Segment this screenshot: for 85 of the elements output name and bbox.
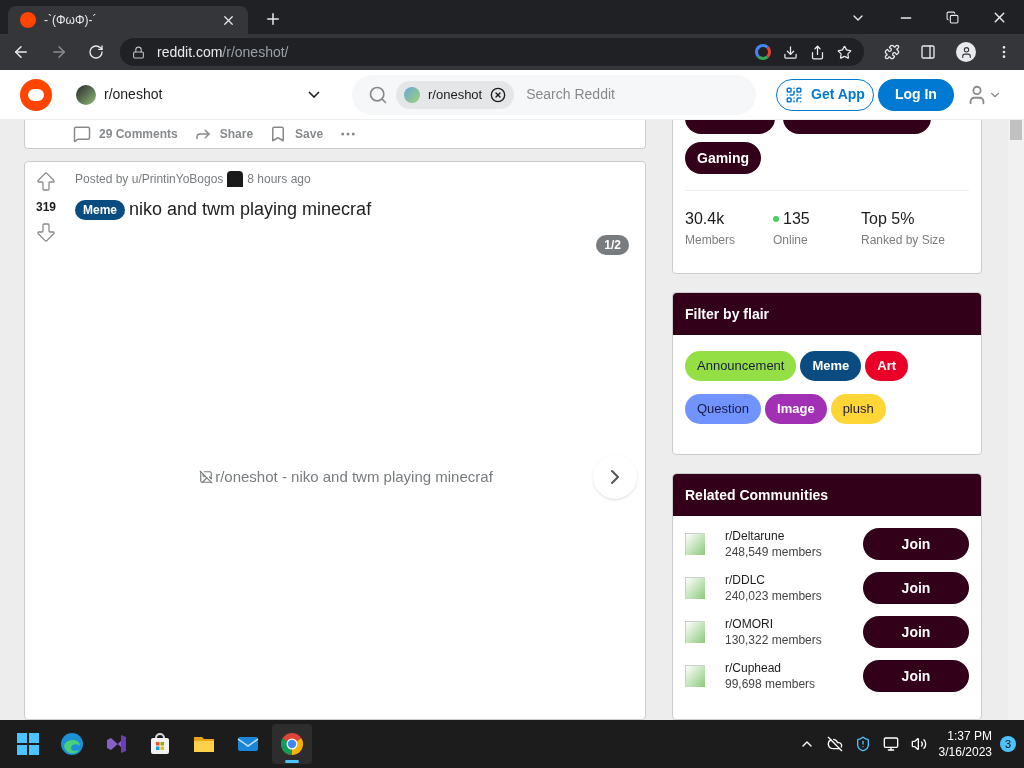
save-button[interactable]: Save (269, 124, 324, 143)
community-avatar (76, 84, 96, 105)
reload-icon[interactable] (88, 44, 104, 60)
flair-tag[interactable]: Meme (75, 199, 125, 220)
star-icon[interactable] (837, 44, 852, 60)
puzzle-icon[interactable] (884, 44, 900, 60)
url-text: reddit.com/r/oneshot/ (157, 42, 289, 62)
clear-icon (490, 86, 507, 103)
search-icon (368, 84, 388, 105)
wave-circle-icon (60, 732, 84, 756)
join-button[interactable]: Join (863, 572, 969, 604)
chevron-icon (308, 91, 320, 98)
vote-count: 319 (36, 199, 56, 216)
member-count: 248,549 members (725, 544, 823, 560)
shopping-bag-icon (148, 732, 172, 756)
forward-icon[interactable] (50, 43, 68, 61)
share-icon[interactable] (810, 44, 825, 60)
upvote-icon[interactable] (34, 170, 58, 194)
broken-image-icon (199, 470, 214, 484)
card-title: Related Communities (685, 485, 829, 505)
flair-tag[interactable]: plush (830, 394, 886, 424)
side-panel-icon[interactable] (920, 44, 936, 60)
ring-icon (280, 732, 304, 756)
lock-icon (132, 45, 145, 59)
stat-value: 135 (773, 207, 861, 231)
broken-image-icon (685, 577, 705, 599)
card-title: Filter by flair (685, 304, 770, 324)
broken-image-icon (685, 665, 705, 687)
stat-label: Members (685, 232, 736, 249)
image-alt-text: r/oneshot - niko and twm playing minecraf (199, 465, 493, 489)
join-button[interactable]: Join (863, 616, 969, 648)
qr-code-icon (785, 85, 803, 104)
post-title[interactable]: niko and twm playing minecraf (129, 196, 372, 223)
flair-tag[interactable]: Announcement (685, 351, 797, 381)
search-input[interactable]: Search Reddit (526, 84, 740, 105)
login-button[interactable]: Log In (877, 78, 954, 111)
community-name[interactable]: r/Deltarune (725, 528, 863, 544)
post-author[interactable]: Posted by u/PrintinYoBogos (75, 170, 224, 188)
speech-bubble-icon (73, 124, 91, 143)
stat-value: 30.4k (685, 209, 726, 229)
community-name[interactable]: r/DDLC (725, 572, 863, 588)
flair-tag[interactable]: Image (765, 394, 827, 424)
clock-time: 1:37 PM (947, 728, 992, 744)
next-button[interactable] (593, 455, 637, 499)
post-time: 8 hours ago (247, 171, 311, 188)
join-button[interactable]: Join (863, 660, 969, 692)
join-button[interactable]: Join (863, 528, 969, 560)
profile-icon[interactable] (956, 42, 976, 62)
broken-image-icon (685, 533, 705, 555)
flair-tag[interactable]: Art (865, 351, 909, 381)
comments-button[interactable]: 29 Comments (73, 124, 178, 143)
new-tab-icon[interactable] (264, 10, 282, 28)
back-icon[interactable] (12, 43, 30, 61)
four-squares-icon (17, 733, 39, 755)
browser-tab[interactable]: -`(ΦωΦ)-´ (8, 6, 248, 34)
community-avatar (404, 86, 420, 103)
ribbon-icon (104, 732, 128, 756)
notification-badge[interactable]: 3 (1000, 736, 1016, 752)
broken-image-icon (685, 621, 705, 643)
member-count: 240,023 members (725, 588, 823, 604)
downvote-icon[interactable] (34, 220, 58, 244)
community-name[interactable]: r/Cuphead (725, 660, 863, 676)
clock-date: 3/16/2023 (938, 744, 992, 760)
restore-icon[interactable] (946, 11, 959, 24)
volume-icon[interactable] (910, 736, 927, 752)
install-icon[interactable] (783, 44, 798, 60)
search-field[interactable]: r/oneshot Search Reddit (352, 74, 756, 115)
cloud-icon[interactable] (826, 736, 843, 752)
search-chip[interactable]: r/oneshot (396, 80, 515, 109)
network-icon[interactable] (882, 736, 899, 752)
topic-chip[interactable]: Gaming (685, 142, 762, 174)
flair-tag[interactable]: Question (685, 394, 762, 424)
address-field[interactable]: reddit.com/r/oneshot/ (120, 38, 864, 66)
stat-label: Ranked by Size (861, 232, 947, 249)
member-count: 99,698 members (725, 676, 817, 692)
taskbar-app[interactable] (272, 724, 312, 764)
tab-title: -`(ΦωΦ)-´ (44, 12, 98, 29)
member-count: 130,322 members (725, 632, 823, 648)
community-dropdown[interactable]: r/oneshot (68, 76, 328, 113)
shield-icon[interactable] (854, 736, 871, 752)
community-name[interactable]: r/OMORI (725, 616, 863, 632)
flair-tag[interactable]: Meme (800, 351, 862, 381)
stat-value: Top 5% (861, 209, 916, 229)
stat-label: Online (773, 232, 809, 249)
gallery-counter: 1/2 (596, 235, 629, 255)
